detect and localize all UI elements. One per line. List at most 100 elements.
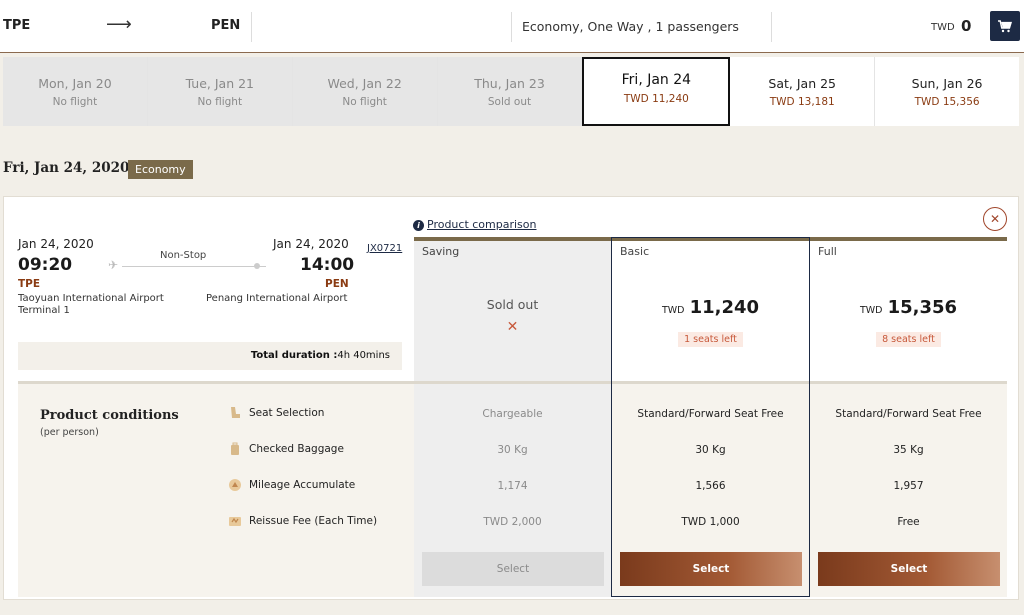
- condition-row-baggage: Checked Baggage: [228, 442, 344, 456]
- condition-row-mileage: Mileage Accumulate: [228, 478, 355, 492]
- date-tab-tue-jan-21[interactable]: Tue, Jan 21 No flight: [147, 57, 293, 126]
- condition-label: Seat Selection: [249, 407, 325, 419]
- fare-price: TWD 15,356: [810, 297, 1007, 318]
- sold-out-icon: ✕: [506, 319, 519, 335]
- baggage-icon: [231, 442, 239, 455]
- flight-card: Jan 24, 2020 09:20 TPE Taoyuan Internati…: [3, 196, 1019, 600]
- conditions-saving: Chargeable 30 Kg 1,174 TWD 2,000 Select: [414, 384, 611, 597]
- reissue-fee-value: TWD 2,000: [483, 516, 542, 528]
- cart-total: 0: [961, 17, 972, 35]
- date-status: Sold out: [487, 96, 532, 108]
- fare-saving: Saving Sold out ✕: [414, 241, 611, 381]
- price-currency: TWD: [859, 305, 883, 316]
- cabin-badge: Economy: [128, 160, 193, 179]
- cart-button[interactable]: [990, 11, 1020, 41]
- date-tab-thu-jan-23[interactable]: Thu, Jan 23 Sold out: [437, 57, 583, 126]
- fare-full[interactable]: Full TWD 15,356 8 seats left: [810, 241, 1007, 381]
- duration-label: Total duration :: [250, 350, 338, 361]
- date-label: Tue, Jan 21: [185, 76, 255, 91]
- condition-label: Mileage Accumulate: [249, 479, 356, 491]
- selected-date-heading: Fri, Jan 24, 2020: [3, 160, 130, 176]
- flight-number-link[interactable]: JX0721: [367, 243, 402, 254]
- seat-selection-value: Chargeable: [482, 408, 543, 420]
- sold-out-label: Sold out: [486, 297, 539, 312]
- price-amount: 11,240: [689, 297, 760, 318]
- date-tab-sat-jan-25[interactable]: Sat, Jan 25 TWD 13,181: [730, 57, 876, 126]
- date-label: Wed, Jan 22: [327, 76, 402, 91]
- info-icon: i: [413, 220, 424, 231]
- arrival-code: PEN: [325, 278, 349, 290]
- fare-price: TWD 11,240: [612, 297, 809, 318]
- select-basic-button[interactable]: Select: [620, 552, 802, 586]
- mileage-value: 1,174: [497, 480, 528, 492]
- divider: [251, 12, 252, 42]
- date-tab-fri-jan-24[interactable]: Fri, Jan 24 TWD 11,240: [582, 57, 731, 126]
- date-tab-sun-jan-26[interactable]: Sun, Jan 26 TWD 15,356: [875, 57, 1020, 126]
- seats-left-badge: 1 seats left: [678, 332, 743, 347]
- departure-date: Jan 24, 2020: [18, 237, 94, 251]
- reissue-fee-icon: [229, 517, 241, 526]
- product-comparison-label: Product comparison: [427, 218, 537, 231]
- seat-selection-value: Standard/Forward Seat Free: [835, 408, 982, 420]
- trip-summary[interactable]: Economy, One Way , 1 passengers: [522, 19, 739, 34]
- date-tab-mon-jan-20[interactable]: Mon, Jan 20 No flight: [3, 57, 148, 126]
- product-conditions: Product conditions (per person) Seat Sel…: [18, 384, 414, 597]
- cart-currency: TWD: [931, 22, 955, 33]
- date-status: No flight: [52, 96, 98, 108]
- departure-code: TPE: [18, 278, 41, 290]
- fare-name: Saving: [422, 245, 460, 258]
- date-price: TWD 11,240: [623, 93, 689, 105]
- date-label: Sun, Jan 26: [911, 76, 983, 91]
- departure-terminal: Terminal 1: [18, 305, 70, 316]
- close-icon[interactable]: ✕: [983, 207, 1007, 231]
- checked-baggage-value: 35 Kg: [893, 444, 924, 456]
- checked-baggage-value: 30 Kg: [497, 444, 528, 456]
- arrival-time: 14:00: [300, 255, 355, 275]
- select-full-button[interactable]: Select: [818, 552, 1000, 586]
- arrival-date: Jan 24, 2020: [273, 237, 349, 251]
- arrival-airport: Penang International Airport: [206, 293, 348, 304]
- date-label: Fri, Jan 24: [621, 72, 692, 88]
- seat-selection-value: Standard/Forward Seat Free: [637, 408, 784, 420]
- product-comparison-link[interactable]: i Product comparison: [413, 218, 537, 231]
- fare-basic[interactable]: Basic TWD 11,240 1 seats left: [612, 241, 809, 381]
- mileage-value: 1,566: [695, 480, 726, 492]
- conditions-title: Product conditions: [40, 408, 179, 423]
- conditions-subtitle: (per person): [40, 427, 99, 438]
- route-line: [122, 266, 266, 267]
- date-label: Sat, Jan 25: [768, 76, 837, 91]
- conditions-full: Standard/Forward Seat Free 35 Kg 1,957 F…: [810, 384, 1007, 597]
- fare-name: Full: [818, 245, 837, 258]
- route-arrow-icon: ⟶: [106, 14, 132, 35]
- date-price: TWD 15,356: [914, 96, 980, 108]
- date-status: No flight: [197, 96, 243, 108]
- date-tab-wed-jan-22[interactable]: Wed, Jan 22 No flight: [292, 57, 438, 126]
- route-end-dot: [254, 263, 260, 269]
- destination-code: PEN: [211, 18, 241, 33]
- date-label: Thu, Jan 23: [474, 76, 545, 91]
- date-status: No flight: [342, 96, 387, 108]
- condition-label: Reissue Fee (Each Time): [249, 515, 378, 527]
- search-summary-bar: TPE ⟶ PEN Economy, One Way , 1 passenger…: [0, 0, 1024, 53]
- stops-label: Non-Stop: [160, 250, 207, 261]
- seats-left-badge: 8 seats left: [876, 332, 941, 347]
- price-amount: 15,356: [887, 297, 958, 318]
- mileage-icon: [229, 479, 241, 491]
- reissue-fee-value: TWD 1,000: [681, 516, 740, 528]
- condition-label: Checked Baggage: [249, 443, 344, 455]
- airplane-icon: ✈: [108, 258, 119, 272]
- mileage-value: 1,957: [893, 480, 924, 492]
- date-price: TWD 13,181: [769, 96, 835, 108]
- date-selector: Mon, Jan 20 No flight Tue, Jan 21 No fli…: [3, 57, 1020, 126]
- date-label: Mon, Jan 20: [38, 76, 112, 91]
- seat-icon: [231, 407, 240, 418]
- select-saving-button[interactable]: Select: [422, 552, 604, 586]
- reissue-fee-value: Free: [897, 516, 920, 528]
- departure-time: 09:20: [18, 255, 73, 275]
- checked-baggage-value: 30 Kg: [695, 444, 726, 456]
- total-duration: Total duration :4h 40mins: [18, 342, 402, 370]
- condition-row-seat: Seat Selection: [228, 406, 324, 420]
- conditions-basic: Standard/Forward Seat Free 30 Kg 1,566 T…: [612, 384, 809, 597]
- divider: [771, 12, 772, 42]
- departure-airport: Taoyuan International Airport: [18, 293, 164, 304]
